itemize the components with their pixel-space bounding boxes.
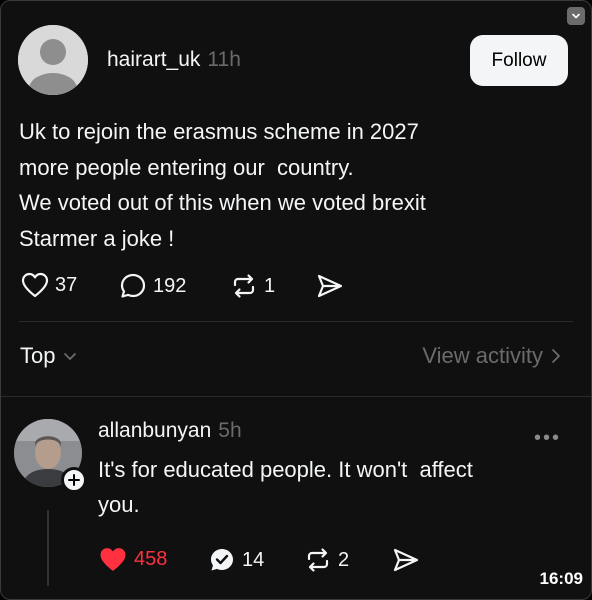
comment-text-line: It's for educated people. It won't affec…: [98, 457, 473, 482]
repost-button[interactable]: 1: [230, 272, 275, 300]
heart-filled-icon: [100, 548, 126, 571]
reply-check-icon: [211, 549, 233, 571]
view-activity-label: View activity: [422, 343, 543, 368]
heart-icon: [21, 272, 49, 298]
comment-button[interactable]: 192: [119, 272, 186, 300]
sort-dropdown[interactable]: Top: [20, 343, 79, 369]
view-activity-link[interactable]: View activity: [422, 343, 563, 369]
follow-plus-button[interactable]: [61, 467, 87, 493]
plus-icon: [68, 474, 80, 486]
share-button[interactable]: [316, 273, 344, 299]
comment-like-button[interactable]: 458: [98, 546, 167, 573]
post-text-line: We voted out of this when we voted brexi…: [19, 190, 426, 215]
comment-text-line: you.: [98, 492, 140, 517]
comment-text: It's for educated people. It won't affec…: [98, 452, 558, 522]
post-header: hairart_uk 11h: [107, 48, 241, 72]
comment-reply-count: 14: [242, 548, 265, 571]
comment-time: 5h: [218, 419, 242, 442]
divider: [1, 396, 591, 397]
chevron-right-icon: [552, 349, 560, 363]
post-text-line: Uk to rejoin the erasmus scheme in 2027: [19, 119, 419, 144]
chevron-down-icon: [572, 13, 580, 19]
more-dots-icon: •••: [533, 427, 561, 449]
post-text: Uk to rejoin the erasmus scheme in 2027 …: [19, 114, 539, 256]
commenter-username[interactable]: allanbunyan: [98, 419, 211, 442]
collapse-button[interactable]: [567, 7, 585, 25]
repost-count: 1: [264, 274, 276, 297]
comment-header: allanbunyan 5h: [98, 419, 242, 443]
follow-button[interactable]: Follow: [470, 35, 568, 86]
post-text-line: Starmer a joke !: [19, 225, 175, 251]
status-clock: 16:09: [539, 569, 583, 588]
author-username[interactable]: hairart_uk: [107, 48, 200, 71]
comment-count: 192: [153, 274, 187, 297]
thread-window: hairart_uk 11h Follow Uk to rejoin the er…: [0, 0, 592, 600]
comment-share-button[interactable]: [392, 547, 420, 573]
comment-repost-button[interactable]: 2: [304, 546, 349, 574]
default-avatar-icon: [18, 25, 88, 95]
repost-icon: [307, 548, 329, 572]
divider: [19, 321, 573, 322]
comment-like-count: 458: [134, 548, 168, 570]
chevron-down-icon: [64, 353, 77, 360]
post-text-line: more people entering our country.: [19, 154, 354, 180]
comment-reply-button[interactable]: 14: [208, 546, 264, 574]
comment-repost-count: 2: [338, 548, 350, 571]
like-count: 37: [55, 273, 78, 296]
author-avatar[interactable]: [18, 25, 88, 95]
like-button[interactable]: 37: [21, 272, 77, 298]
send-icon: [317, 274, 343, 298]
send-icon: [393, 548, 419, 572]
repost-icon: [233, 274, 255, 298]
sort-label: Top: [20, 343, 56, 368]
post-time: 11h: [207, 48, 241, 71]
thread-line: [47, 510, 49, 586]
more-options-button[interactable]: •••: [534, 427, 561, 450]
comment-icon: [120, 273, 146, 298]
